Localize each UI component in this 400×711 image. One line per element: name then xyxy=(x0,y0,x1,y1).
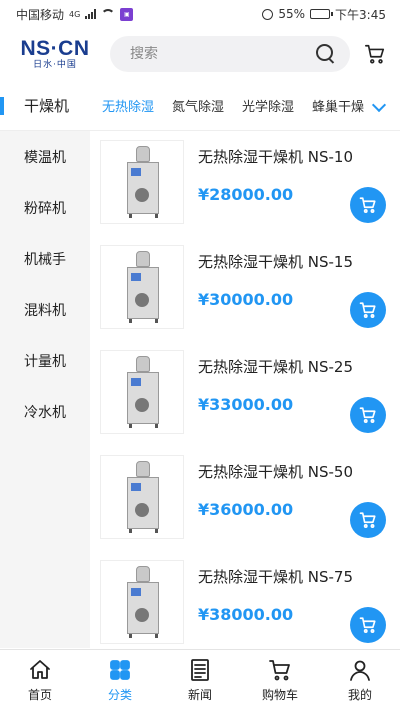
carrier-label: 中国移动 xyxy=(16,7,65,22)
user-icon xyxy=(348,658,372,682)
bottom-tab-bar: 首页 分类 新闻 购物车 我的 xyxy=(0,649,400,711)
product-name[interactable]: 无热除湿干燥机 NS-10 xyxy=(198,146,353,167)
category-bar: 干燥机 无热除湿 氮气除湿 光学除湿 蜂巢干燥 xyxy=(0,80,400,130)
product-price: ¥38000.00 xyxy=(198,605,294,624)
add-to-cart-button[interactable] xyxy=(350,292,386,328)
product-item[interactable]: 无热除湿干燥机 NS-75 ¥38000.00 xyxy=(100,551,400,648)
brand-logo[interactable]: NS·CN 日水·中国 xyxy=(12,36,98,71)
product-image[interactable] xyxy=(100,455,184,539)
header-cart-button[interactable] xyxy=(362,41,388,67)
current-category[interactable]: 干燥机 xyxy=(0,80,96,130)
product-item[interactable]: 无热除湿干燥机 NS-15 ¥30000.00 xyxy=(100,236,400,341)
news-icon xyxy=(188,658,212,682)
dryer-machine-icon xyxy=(119,251,165,323)
product-name[interactable]: 无热除湿干燥机 NS-75 xyxy=(198,566,353,587)
product-image[interactable] xyxy=(100,350,184,434)
add-to-cart-button[interactable] xyxy=(350,502,386,538)
battery-percent: 55% xyxy=(278,7,306,21)
chevron-down-icon[interactable] xyxy=(371,97,387,113)
subcategory-tab[interactable]: 蜂巢干燥 xyxy=(312,96,364,115)
cart-icon xyxy=(268,658,292,682)
product-price: ¥33000.00 xyxy=(198,395,294,414)
alarm-icon xyxy=(262,8,274,20)
home-icon xyxy=(28,658,52,682)
cart-icon xyxy=(365,44,385,64)
status-bar: 中国移动 4G ▣ 55% 下午3:45 xyxy=(0,0,400,28)
product-item[interactable]: 无热除湿干燥机 NS-50 ¥36000.00 xyxy=(100,446,400,551)
product-image[interactable] xyxy=(100,245,184,329)
app-header: NS·CN 日水·中国 xyxy=(0,28,400,80)
cart-icon xyxy=(359,407,376,423)
logo-text: NS·CN xyxy=(20,36,90,60)
dryer-machine-icon xyxy=(119,461,165,533)
product-list: 无热除湿干燥机 NS-10 ¥28000.00 无热除湿干燥机 NS-15 ¥3000… xyxy=(90,131,400,648)
tab-item[interactable]: 分类 xyxy=(80,650,160,711)
add-to-cart-button[interactable] xyxy=(350,397,386,433)
product-name[interactable]: 无热除湿干燥机 NS-15 xyxy=(198,251,353,272)
sidebar-item[interactable]: 计量机 xyxy=(0,335,90,386)
product-item[interactable]: 无热除湿干燥机 NS-10 ¥28000.00 xyxy=(100,131,400,236)
search-input[interactable] xyxy=(130,46,280,62)
tab-label: 我的 xyxy=(347,688,372,702)
tab-item[interactable]: 购物车 xyxy=(240,650,320,711)
tab-item[interactable]: 首页 xyxy=(0,650,80,711)
subcategory-tabs: 无热除湿 氮气除湿 光学除湿 蜂巢干燥 xyxy=(96,96,364,115)
cart-icon xyxy=(359,617,376,633)
battery-icon xyxy=(310,9,334,19)
product-item[interactable]: 无热除湿干燥机 NS-25 ¥33000.00 xyxy=(100,341,400,446)
logo-subtext: 日水·中国 xyxy=(33,59,77,70)
clock: 下午3:45 xyxy=(335,7,386,22)
product-price: ¥30000.00 xyxy=(198,290,294,309)
grid-icon xyxy=(108,658,132,682)
product-image[interactable] xyxy=(100,140,184,224)
dryer-machine-icon xyxy=(119,146,165,218)
cart-icon xyxy=(359,302,376,318)
cart-icon xyxy=(359,512,376,528)
app-screen: 中国移动 4G ▣ 55% 下午3:45 NS·CN 日水·中国 搜索 干燥机 … xyxy=(0,0,400,711)
tab-label: 分类 xyxy=(107,688,132,702)
product-price: ¥36000.00 xyxy=(198,500,294,519)
search-box[interactable] xyxy=(110,36,350,72)
cart-icon xyxy=(359,197,376,213)
tab-label: 首页 xyxy=(27,688,52,702)
network-label: 4G xyxy=(69,9,81,19)
product-name[interactable]: 无热除湿干燥机 NS-50 xyxy=(198,461,353,482)
signal-icon xyxy=(85,9,97,19)
tab-label: 购物车 xyxy=(261,688,298,702)
tab-label: 新闻 xyxy=(187,688,212,702)
add-to-cart-button[interactable] xyxy=(350,187,386,223)
product-name[interactable]: 无热除湿干燥机 NS-25 xyxy=(198,356,353,377)
sidebar-item[interactable]: 机械手 xyxy=(0,233,90,284)
sidebar-item[interactable]: 模温机 xyxy=(0,131,90,182)
sidebar-item[interactable]: 粉碎机 xyxy=(0,182,90,233)
category-sidebar: 模温机 粉碎机 机械手 混料机 计量机 冷水机 xyxy=(0,131,90,648)
subcategory-tab[interactable]: 氮气除湿 xyxy=(172,96,224,115)
subcategory-tab[interactable]: 光学除湿 xyxy=(242,96,294,115)
product-price: ¥28000.00 xyxy=(198,185,294,204)
sidebar-item[interactable]: 冷水机 xyxy=(0,386,90,437)
product-image[interactable] xyxy=(100,560,184,644)
subcategory-tab[interactable]: 无热除湿 xyxy=(102,96,154,115)
add-to-cart-button[interactable] xyxy=(350,607,386,643)
dryer-machine-icon xyxy=(119,356,165,428)
main-content: 模温机 粉碎机 机械手 混料机 计量机 冷水机 无热除湿干燥机 NS-10 ¥28000.0… xyxy=(0,130,400,648)
sidebar-item[interactable]: 混料机 xyxy=(0,284,90,335)
tab-item[interactable]: 我的 xyxy=(320,650,400,711)
app-notification-icon: ▣ xyxy=(120,7,134,21)
search-icon[interactable] xyxy=(316,44,336,64)
wifi-icon xyxy=(101,9,116,19)
dryer-machine-icon xyxy=(119,566,165,638)
tab-item[interactable]: 新闻 xyxy=(160,650,240,711)
